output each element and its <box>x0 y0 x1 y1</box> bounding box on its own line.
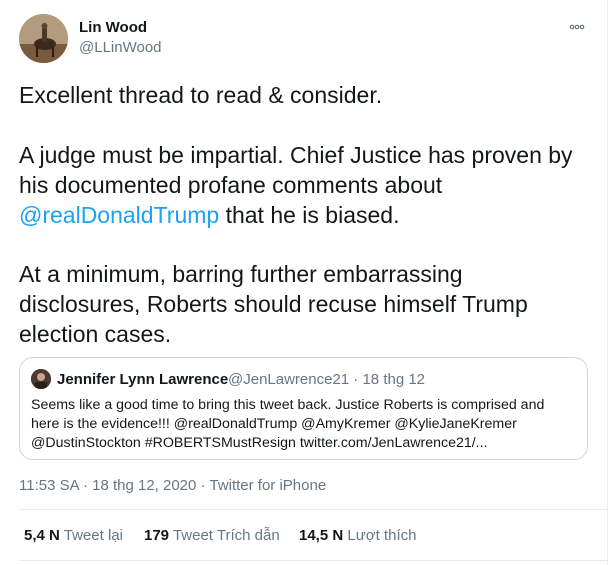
quoted-author-meta: @JenLawrence21 · 18 thg 12 <box>228 371 426 388</box>
tweet-text-fragment: that he is biased. <box>219 202 400 228</box>
quoted-tweet-card[interactable]: Jennifer Lynn Lawrence @JenLawrence21 · … <box>19 357 588 460</box>
quoted-text-line: here is the evidence!!! @realDonaldTrump… <box>31 416 517 432</box>
quoted-text-line: Seems like a good time to bring this twe… <box>31 397 545 413</box>
tweet-text-line: At a minimum, barring further embarrassi… <box>19 261 463 287</box>
tweet-text-line: election cases. <box>19 321 172 347</box>
author-avatar[interactable] <box>19 14 68 63</box>
tweet-text-line: Excellent thread to read & consider. <box>19 82 383 108</box>
timestamp-link[interactable]: 11:53 SA · 18 thg 12, 2020 <box>19 477 196 494</box>
mention-link[interactable]: @realDonaldTrump <box>19 202 219 228</box>
tweet-text-line: @realDonaldTrump that he is biased. <box>19 200 594 230</box>
tweet-text-line: disclosures, Roberts should recuse himse… <box>19 291 528 317</box>
quoted-author-avatar <box>31 369 51 389</box>
quotes-count: 179 <box>144 527 170 544</box>
tweet-text-line: A judge must be impartial. Chief Justice… <box>19 142 573 168</box>
likes-label: Lượt thích <box>347 527 417 544</box>
divider <box>19 560 608 561</box>
retweets-stat[interactable]: 5,4 N Tweet lại <box>24 527 123 544</box>
author-handle[interactable]: @LLinWood <box>79 39 162 56</box>
quotes-label: Tweet Trích dẫn <box>172 527 280 544</box>
quote-tweets-stat[interactable]: 179 Tweet Trích dẫn <box>144 527 280 544</box>
likes-stat[interactable]: 14,5 N Lượt thích <box>299 527 416 544</box>
source-link[interactable]: Twitter for iPhone <box>209 477 326 494</box>
tweet-timestamp: 11:53 SA · 18 thg 12, 2020 · Twitter for… <box>19 477 326 494</box>
author-name[interactable]: Lin Wood <box>79 19 147 36</box>
quoted-text-line: @DustinStockton #ROBERTSMustResign twitt… <box>31 435 488 451</box>
retweets-count: 5,4 N <box>24 527 60 544</box>
tweet-detail: Lin Wood @LLinWood Excellent thread to r… <box>0 0 608 565</box>
timestamp-separator: · <box>196 477 210 494</box>
more-horizontal-icon <box>569 24 585 30</box>
likes-count: 14,5 N <box>299 527 344 544</box>
divider <box>19 509 608 510</box>
more-options-button[interactable] <box>566 16 588 38</box>
tweet-text-line: his documented profane comments about <box>19 172 443 198</box>
retweets-label: Tweet lại <box>63 527 123 544</box>
quoted-author-name: Jennifer Lynn Lawrence <box>57 371 229 388</box>
